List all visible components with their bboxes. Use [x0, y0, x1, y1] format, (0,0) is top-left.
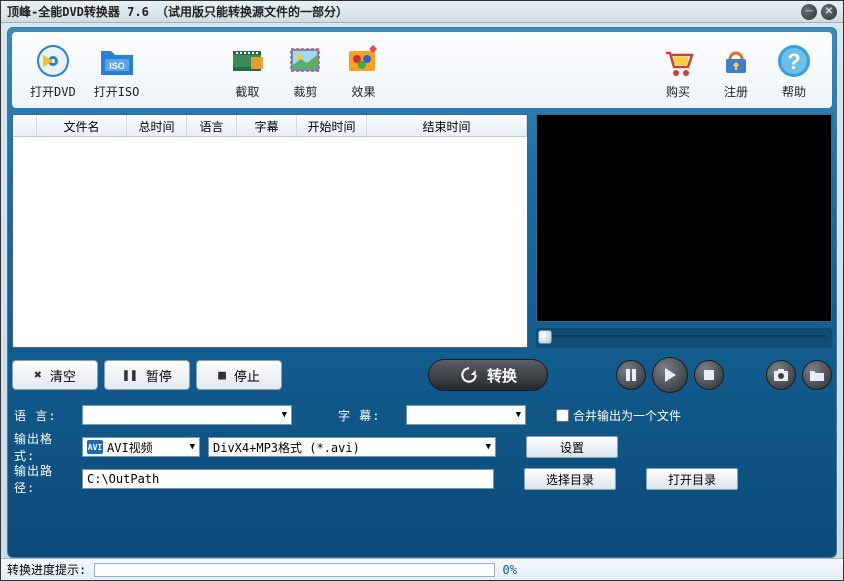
preview-slider[interactable] — [536, 328, 832, 348]
language-combo[interactable]: ▼ — [82, 405, 292, 425]
col-subtitle[interactable]: 字幕 — [237, 115, 297, 136]
file-list-body[interactable] — [13, 137, 527, 347]
col-filename[interactable]: 文件名 — [37, 115, 127, 136]
window-title: 顶峰-全能DVD转换器 7.6 （试用版只能转换源文件的一部分） — [7, 3, 801, 20]
player-play-button[interactable] — [652, 357, 688, 393]
progress-bar — [94, 563, 494, 577]
stop-button[interactable]: ■停止 — [196, 360, 282, 390]
open-folder-button[interactable] — [802, 360, 832, 390]
svg-text:ISO: ISO — [109, 61, 125, 71]
file-list-panel: 文件名 总时间 语言 字幕 开始时间 结束时间 — [12, 114, 528, 348]
status-label: 转换进度提示: — [7, 561, 86, 578]
capture-button[interactable]: 截取 — [223, 39, 271, 102]
titlebar: 顶峰-全能DVD转换器 7.6 （试用版只能转换源文件的一部分） ─ ✕ — [1, 1, 843, 23]
help-icon: ? — [774, 41, 814, 81]
language-label: 语 言: — [14, 407, 74, 424]
subtitle-label: 字 幕: — [338, 407, 398, 424]
crop-button[interactable]: 裁剪 — [281, 39, 329, 102]
open-dvd-button[interactable]: 打开DVD — [26, 39, 80, 102]
cart-icon — [658, 41, 698, 81]
minimize-button[interactable]: ─ — [801, 4, 817, 20]
effect-icon — [343, 41, 383, 81]
help-button[interactable]: ? 帮助 — [770, 39, 818, 102]
pause-button[interactable]: ❚❚暂停 — [104, 360, 190, 390]
clear-button[interactable]: ✖清空 — [12, 360, 98, 390]
register-button[interactable]: 注册 — [712, 39, 760, 102]
path-label: 输出路径: — [14, 462, 74, 496]
settings-button[interactable]: 设置 — [526, 436, 618, 458]
capture-icon — [227, 41, 267, 81]
format-codec-combo[interactable]: DivX4+MP3格式 (*.avi)▼ — [208, 437, 496, 457]
col-language[interactable]: 语言 — [187, 115, 237, 136]
convert-button[interactable]: 转换 — [428, 359, 548, 391]
progress-percent: 0% — [503, 563, 517, 577]
col-start[interactable]: 开始时间 — [297, 115, 367, 136]
crop-icon — [285, 41, 325, 81]
format-label: 输出格式: — [14, 430, 74, 464]
iso-icon: ISO — [97, 41, 137, 81]
choose-dir-button[interactable]: 选择目录 — [524, 468, 616, 490]
statusbar: 转换进度提示: 0% — [1, 558, 843, 580]
preview-video — [536, 114, 832, 322]
close-button[interactable]: ✕ — [821, 4, 837, 20]
format-type-combo[interactable]: AVIAVI视频▼ — [82, 437, 200, 457]
player-pause-button[interactable] — [616, 360, 646, 390]
snapshot-button[interactable] — [766, 360, 796, 390]
merge-checkbox[interactable]: 合并输出为一个文件 — [556, 407, 681, 424]
slider-thumb[interactable] — [538, 330, 552, 344]
output-path-input[interactable]: C:\OutPath — [82, 469, 494, 489]
subtitle-combo[interactable]: ▼ — [406, 405, 526, 425]
col-checkbox[interactable] — [13, 115, 37, 136]
effect-button[interactable]: 效果 — [339, 39, 387, 102]
col-duration[interactable]: 总时间 — [127, 115, 187, 136]
dvd-icon — [33, 41, 73, 81]
open-iso-button[interactable]: ISO 打开ISO — [90, 39, 144, 102]
buy-button[interactable]: 购买 — [654, 39, 702, 102]
svg-text:?: ? — [787, 49, 800, 74]
refresh-icon — [459, 365, 479, 385]
register-icon — [716, 41, 756, 81]
player-stop-button[interactable] — [694, 360, 724, 390]
toolbar: 打开DVD ISO 打开ISO 截取 裁剪 — [12, 32, 832, 108]
col-end[interactable]: 结束时间 — [367, 115, 527, 136]
file-list-header: 文件名 总时间 语言 字幕 开始时间 结束时间 — [13, 115, 527, 137]
open-dir-button[interactable]: 打开目录 — [646, 468, 738, 490]
